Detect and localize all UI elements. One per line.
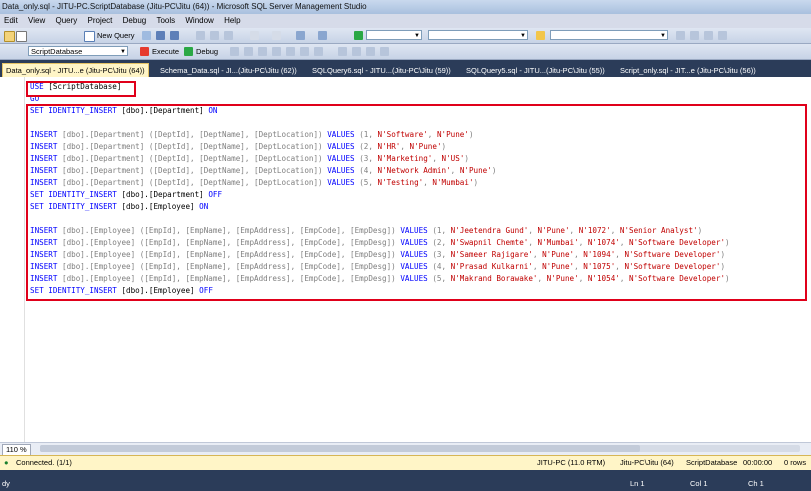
tab-script-only[interactable]: Script_only.sql - JIT...e (Jitu-PC\Jitu … xyxy=(620,64,756,77)
window-title: Data_only.sql - JITU-PC.ScriptDatabase (… xyxy=(2,2,367,11)
toolbox-icon[interactable] xyxy=(704,31,713,40)
outdent-icon[interactable] xyxy=(380,47,389,56)
line-number: Ln 1 xyxy=(630,479,645,488)
new-file-icon[interactable] xyxy=(4,31,15,42)
user-name: Jitu-PC\Jitu (64) xyxy=(620,458,674,467)
standard-toolbar: New Query ▼ ▼ ▼ xyxy=(0,28,811,44)
properties-icon[interactable] xyxy=(676,31,685,40)
execute-button[interactable]: Execute xyxy=(152,46,179,57)
menu-help[interactable]: Help xyxy=(220,14,244,28)
query-toolbar: ScriptDatabase ▼ Execute Debug xyxy=(0,44,811,60)
new-project-icon[interactable] xyxy=(16,31,27,42)
status-bar: dy Ln 1 Col 1 Ch 1 xyxy=(0,477,811,491)
open-file-icon[interactable] xyxy=(142,31,151,40)
undo-icon[interactable] xyxy=(250,31,259,40)
cancel-query-icon[interactable] xyxy=(230,47,239,56)
results-grid-icon[interactable] xyxy=(300,47,309,56)
title-bar: Data_only.sql - JITU-PC.ScriptDatabase (… xyxy=(0,0,811,14)
ready-text: dy xyxy=(2,479,10,488)
connected-icon: ● xyxy=(4,458,9,467)
display-plan-icon[interactable] xyxy=(258,47,267,56)
solution-config-dropdown[interactable]: ▼ xyxy=(366,30,422,40)
results-file-icon[interactable] xyxy=(314,47,323,56)
tab-sqlquery5[interactable]: SQLQuery5.sql - JITU...(Jitu-PC\Jitu (55… xyxy=(466,64,605,77)
menu-tools[interactable]: Tools xyxy=(152,14,179,28)
query-options-icon[interactable] xyxy=(272,47,281,56)
find-dropdown[interactable]: ▼ xyxy=(550,30,668,40)
indent-icon[interactable] xyxy=(366,47,375,56)
horizontal-scrollbar[interactable] xyxy=(40,445,800,452)
database-dropdown[interactable]: ScriptDatabase ▼ xyxy=(28,46,128,56)
paste-icon[interactable] xyxy=(224,31,233,40)
menu-project[interactable]: Project xyxy=(84,14,117,28)
debug-button[interactable]: Debug xyxy=(196,46,218,57)
cut-icon[interactable] xyxy=(196,31,205,40)
query-status-bar: ● Connected. (1/1) JITU-PC (11.0 RTM) Ji… xyxy=(0,455,811,470)
menu-bar: Edit View Query Project Debug Tools Wind… xyxy=(0,14,811,28)
comment-icon[interactable] xyxy=(338,47,347,56)
new-query-icon[interactable] xyxy=(84,31,95,42)
sql-editor[interactable]: USE [ScriptDatabase] GO SET IDENTITY_INS… xyxy=(0,77,811,442)
menu-view[interactable]: View xyxy=(24,14,49,28)
save-icon[interactable] xyxy=(156,31,165,40)
char-number: Ch 1 xyxy=(748,479,764,488)
results-text-icon[interactable] xyxy=(286,47,295,56)
redo-icon[interactable] xyxy=(272,31,281,40)
nav-forward-icon[interactable] xyxy=(318,31,327,40)
database-name: ScriptDatabase xyxy=(686,458,738,467)
copy-icon[interactable] xyxy=(210,31,219,40)
menu-window[interactable]: Window xyxy=(181,14,217,28)
connection-status: Connected. (1/1) xyxy=(16,458,72,467)
navigate-icon[interactable] xyxy=(296,31,305,40)
tab-schema-data[interactable]: Schema_Data.sql - JI...(Jitu-PC\Jitu (62… xyxy=(160,64,297,77)
start-icon[interactable] xyxy=(354,31,363,40)
row-count: 0 rows xyxy=(784,458,807,467)
tab-data-only[interactable]: Data_only.sql - JITU...e (Jitu-PC\Jitu (… xyxy=(2,63,149,78)
object-explorer-icon[interactable] xyxy=(690,31,699,40)
editor-gutter xyxy=(0,77,25,442)
highlight-use-statement xyxy=(26,81,136,97)
tab-sqlquery6[interactable]: SQLQuery6.sql - JITU...(Jitu-PC\Jitu (59… xyxy=(312,64,451,77)
debug-icon xyxy=(184,47,193,56)
template-icon[interactable] xyxy=(718,31,727,40)
find-icon[interactable] xyxy=(536,31,545,40)
uncomment-icon[interactable] xyxy=(352,47,361,56)
highlight-insert-block xyxy=(26,104,807,301)
save-all-icon[interactable] xyxy=(170,31,179,40)
elapsed-time: 00:00:00 xyxy=(743,458,773,467)
menu-query[interactable]: Query xyxy=(51,14,81,28)
menu-debug[interactable]: Debug xyxy=(119,14,151,28)
editor-footer: 110 % xyxy=(0,442,811,456)
database-value: ScriptDatabase xyxy=(31,47,83,56)
column-number: Col 1 xyxy=(690,479,708,488)
new-query-button[interactable]: New Query xyxy=(97,30,135,41)
server-name: JITU-PC (11.0 RTM) xyxy=(537,458,606,467)
scroll-thumb[interactable] xyxy=(40,445,640,452)
document-tabs: Data_only.sql - JITU...e (Jitu-PC\Jitu (… xyxy=(0,61,811,78)
parse-icon[interactable] xyxy=(244,47,253,56)
platform-dropdown[interactable]: ▼ xyxy=(428,30,528,40)
execute-icon xyxy=(140,47,149,56)
menu-edit[interactable]: Edit xyxy=(0,14,22,28)
